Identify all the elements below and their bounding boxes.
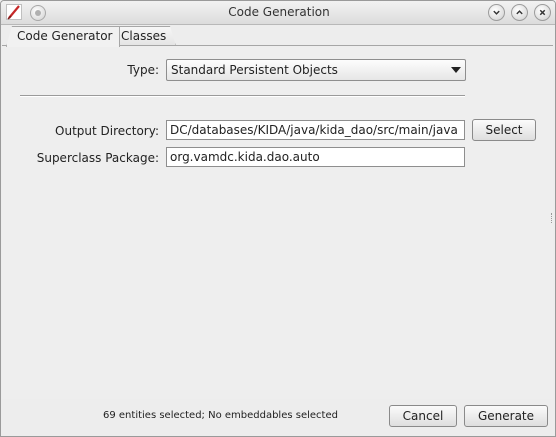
generate-button[interactable]: Generate (464, 405, 548, 427)
resize-grip[interactable] (551, 213, 554, 223)
separator (20, 95, 465, 97)
type-select[interactable]: Standard Persistent Objects (166, 59, 466, 81)
tab-code-generator[interactable]: Code Generator (6, 26, 120, 47)
chevron-down-icon (451, 67, 461, 73)
select-button[interactable]: Select (472, 119, 536, 141)
type-label: Type: (127, 63, 159, 77)
title-bar[interactable]: Code Generation (1, 1, 555, 25)
output-directory-label: Output Directory: (55, 124, 159, 138)
code-generation-dialog: Code Generation Code Generator Classes T… (0, 0, 556, 437)
close-icon[interactable] (534, 4, 551, 21)
minimize-icon[interactable] (488, 4, 505, 21)
output-directory-field[interactable]: DC/databases/KIDA/java/kida_dao/src/main… (166, 120, 465, 140)
type-select-value: Standard Persistent Objects (171, 63, 338, 77)
window-title: Code Generation (228, 5, 330, 19)
superclass-package-field[interactable]: org.vamdc.kida.dao.auto (166, 147, 465, 167)
superclass-package-label: Superclass Package: (36, 151, 159, 165)
maximize-icon[interactable] (511, 4, 528, 21)
tab-panel (2, 45, 553, 399)
cancel-button[interactable]: Cancel (389, 405, 457, 427)
selection-status: 69 entities selected; No embeddables sel… (103, 410, 338, 421)
tab-classes[interactable]: Classes (114, 26, 176, 46)
